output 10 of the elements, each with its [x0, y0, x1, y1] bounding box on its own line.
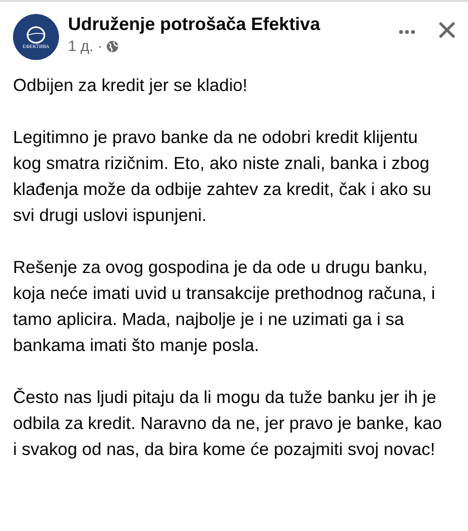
- post-paragraph: Odbijen za kredit jer se kladio!: [13, 74, 248, 97]
- post-paragraph: Često nas ljudi pitaju da li mogu da tuže banku jer ih je odbila za kredit. Naravno da ne, jer pravo je banke, kao i svakog od nas, da bira kome će pozajmiti svoj novac!: [13, 386, 444, 461]
- post-paragraph: Legitimno je pravo banke da ne odobri kredit klijentu kog smatra rizičnim. Eto, ako niste znali, banka i zbog klađenja može da odbije zahtev za kredit, čak i ako su svi drugi uslovi ispunjeni.: [13, 126, 432, 227]
- post-time[interactable]: 1 д.: [68, 38, 94, 55]
- globe-icon: [106, 40, 120, 53]
- more-icon[interactable]: [398, 29, 416, 35]
- post-paragraph: Rešenje za ovog gospodina je da ode u drugu banku, koja neće imati uvid u transakcije prethodnog računa, i tamo aplicira. Mada, najbolje je i ne uzimati ga i sa bankama imati što manje posla.: [13, 256, 436, 357]
- page-name[interactable]: Udruženje potrošača Efektiva: [68, 14, 320, 34]
- close-icon[interactable]: [438, 21, 456, 39]
- separator: ·: [97, 38, 102, 55]
